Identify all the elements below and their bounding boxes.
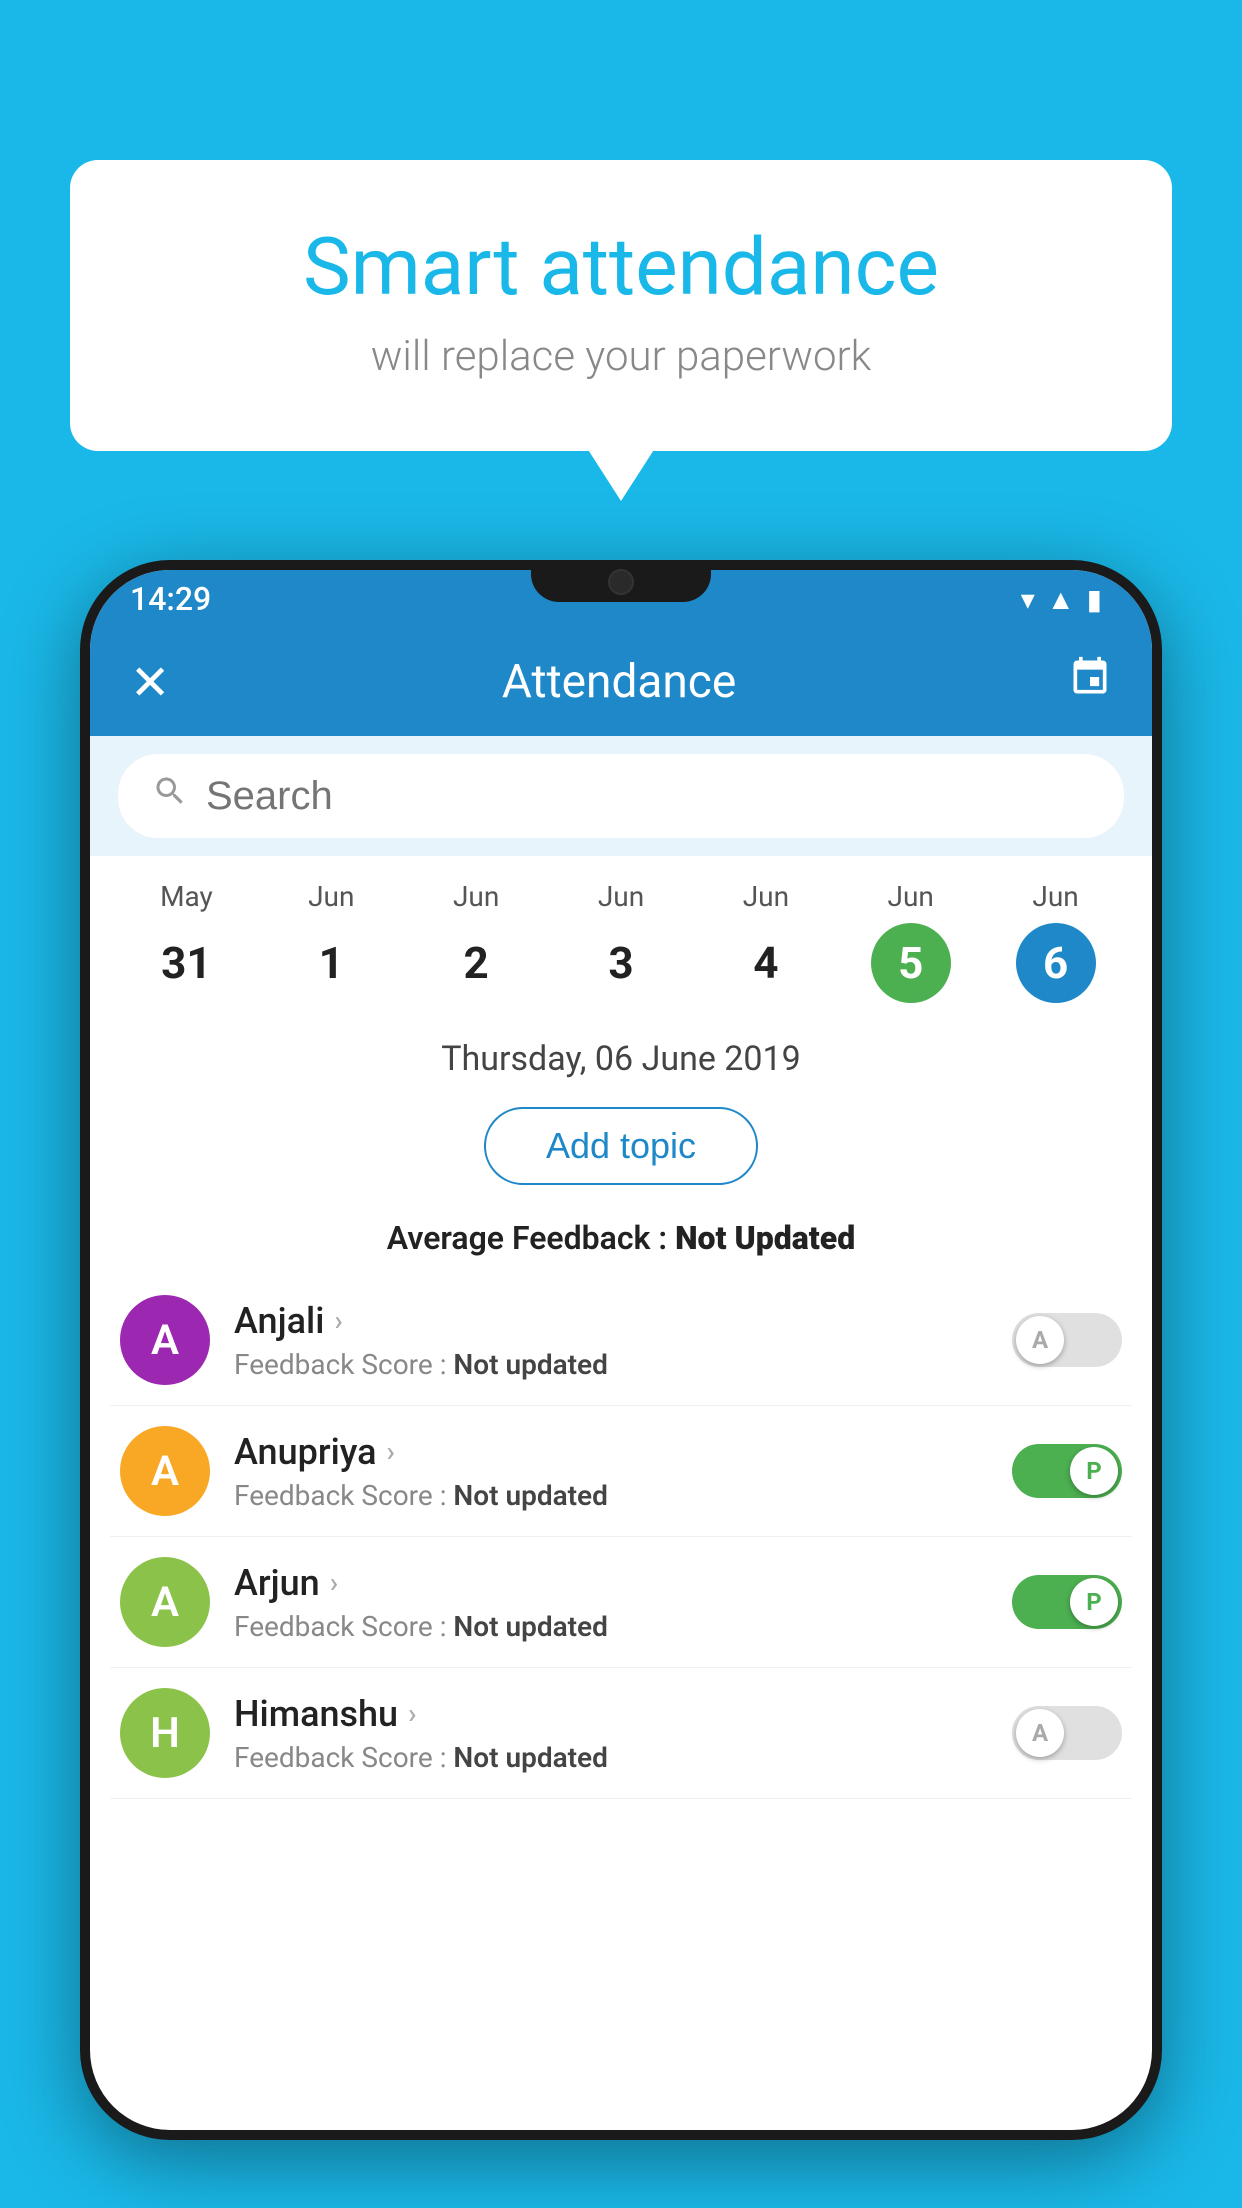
battery-icon: ▮ — [1087, 583, 1102, 616]
search-icon — [152, 773, 188, 819]
status-time: 14:29 — [130, 580, 211, 618]
calendar-day[interactable]: Jun 2 — [408, 880, 545, 1003]
phone-screen: 14:29 ▾ ▲ ▮ ✕ Attendance — [90, 570, 1152, 2130]
calendar-day[interactable]: May 31 — [118, 880, 255, 1003]
chevron-icon: › — [330, 1566, 338, 1599]
feedback-score: Feedback Score : Not updated — [234, 1741, 988, 1774]
search-bar — [118, 754, 1124, 838]
student-item: A Anupriya › Feedback Score : Not update… — [110, 1406, 1132, 1537]
calendar-strip[interactable]: May 31 Jun 1 Jun 2 Jun 3 Jun 4 Jun 5 Jun 6 — [90, 856, 1152, 1019]
student-info: Arjun › Feedback Score : Not updated — [234, 1562, 988, 1643]
calendar-day[interactable]: Jun 6 — [987, 880, 1124, 1003]
cal-month-label: Jun — [1032, 880, 1078, 913]
student-name[interactable]: Anjali › — [234, 1300, 988, 1342]
speech-bubble-subtitle: will replace your paperwork — [150, 332, 1092, 381]
student-name[interactable]: Himanshu › — [234, 1693, 988, 1735]
avatar: A — [120, 1295, 210, 1385]
add-topic-button[interactable]: Add topic — [484, 1107, 758, 1185]
speech-bubble-title: Smart attendance — [150, 220, 1092, 314]
search-input[interactable] — [206, 774, 1090, 819]
average-feedback: Average Feedback : Not Updated — [90, 1207, 1152, 1275]
chevron-icon: › — [334, 1304, 342, 1337]
cal-date-number[interactable]: 5 — [871, 923, 951, 1003]
feedback-score: Feedback Score : Not updated — [234, 1610, 988, 1643]
wifi-icon: ▾ — [1021, 583, 1035, 616]
header-title: Attendance — [502, 655, 736, 709]
avatar: A — [120, 1557, 210, 1647]
close-button[interactable]: ✕ — [130, 654, 170, 711]
calendar-day[interactable]: Jun 4 — [697, 880, 834, 1003]
chevron-icon: › — [408, 1697, 416, 1730]
student-item: A Arjun › Feedback Score : Not updated P — [110, 1537, 1132, 1668]
cal-month-label: Jun — [888, 880, 934, 913]
cal-date-number[interactable]: 1 — [291, 923, 371, 1003]
student-info: Anjali › Feedback Score : Not updated — [234, 1300, 988, 1381]
student-name[interactable]: Arjun › — [234, 1562, 988, 1604]
search-bar-container — [90, 736, 1152, 856]
student-item: H Himanshu › Feedback Score : Not update… — [110, 1668, 1132, 1799]
speech-bubble: Smart attendance will replace your paper… — [70, 160, 1172, 451]
cal-date-number[interactable]: 6 — [1016, 923, 1096, 1003]
student-info: Himanshu › Feedback Score : Not updated — [234, 1693, 988, 1774]
avatar: A — [120, 1426, 210, 1516]
cal-month-label: Jun — [598, 880, 644, 913]
app-header: ✕ Attendance — [90, 628, 1152, 736]
student-item: A Anjali › Feedback Score : Not updated … — [110, 1275, 1132, 1406]
avatar: H — [120, 1688, 210, 1778]
calendar-icon[interactable] — [1068, 655, 1112, 710]
avg-label: Average Feedback : — [387, 1219, 675, 1257]
feedback-score: Feedback Score : Not updated — [234, 1479, 988, 1512]
status-icons: ▾ ▲ ▮ — [1021, 583, 1102, 616]
selected-date: Thursday, 06 June 2019 — [90, 1019, 1152, 1089]
phone-wrapper: 14:29 ▾ ▲ ▮ ✕ Attendance — [80, 560, 1162, 2208]
avg-value: Not Updated — [675, 1219, 855, 1257]
cal-month-label: May — [160, 880, 213, 913]
chevron-icon: › — [387, 1435, 395, 1468]
cal-month-label: Jun — [453, 880, 499, 913]
cal-date-number[interactable]: 3 — [581, 923, 661, 1003]
feedback-score: Feedback Score : Not updated — [234, 1348, 988, 1381]
signal-icon: ▲ — [1047, 583, 1075, 616]
student-info: Anupriya › Feedback Score : Not updated — [234, 1431, 988, 1512]
calendar-day[interactable]: Jun 3 — [553, 880, 690, 1003]
cal-date-number[interactable]: 31 — [146, 923, 226, 1003]
cal-date-number[interactable]: 2 — [436, 923, 516, 1003]
cal-month-label: Jun — [743, 880, 789, 913]
camera — [608, 569, 634, 595]
calendar-day[interactable]: Jun 1 — [263, 880, 400, 1003]
add-topic-container: Add topic — [90, 1089, 1152, 1207]
attendance-toggle[interactable]: P — [1012, 1444, 1122, 1498]
student-name[interactable]: Anupriya › — [234, 1431, 988, 1473]
cal-month-label: Jun — [308, 880, 354, 913]
attendance-toggle[interactable]: A — [1012, 1313, 1122, 1367]
attendance-toggle[interactable]: A — [1012, 1706, 1122, 1760]
calendar-day[interactable]: Jun 5 — [842, 880, 979, 1003]
student-list: A Anjali › Feedback Score : Not updated … — [90, 1275, 1152, 1799]
attendance-toggle[interactable]: P — [1012, 1575, 1122, 1629]
cal-date-number[interactable]: 4 — [726, 923, 806, 1003]
phone-notch — [531, 560, 711, 602]
phone-frame: 14:29 ▾ ▲ ▮ ✕ Attendance — [80, 560, 1162, 2140]
